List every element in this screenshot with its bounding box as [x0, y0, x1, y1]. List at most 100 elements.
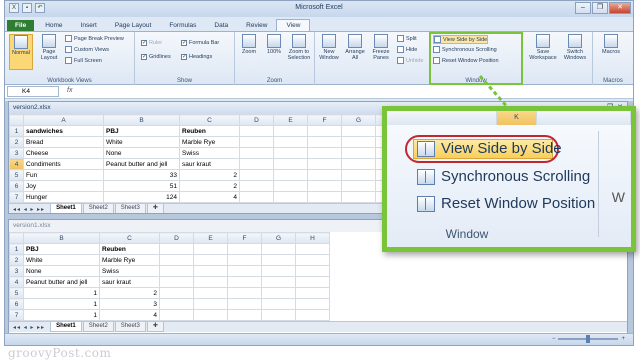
row-header[interactable]: 3 — [9, 265, 24, 277]
cell[interactable]: None — [103, 147, 180, 159]
row-header[interactable]: 4 — [9, 158, 24, 170]
sheet-nav-arrows-icon[interactable]: ◂◂ ◂ ▸ ▸▸ — [13, 206, 45, 213]
cell[interactable]: Reuben — [99, 243, 160, 255]
cell[interactable] — [159, 254, 194, 266]
synchronous-scrolling-button[interactable]: Synchronous Scrolling — [433, 46, 497, 53]
zoom-button[interactable]: Zoom — [237, 34, 261, 55]
column-header[interactable]: B — [103, 114, 180, 126]
cell[interactable] — [261, 309, 296, 321]
column-header[interactable]: B — [23, 232, 100, 244]
new-window-button[interactable]: New Window — [317, 34, 341, 61]
tab-data[interactable]: Data — [205, 20, 237, 31]
cell[interactable]: saur kraut — [179, 158, 240, 170]
cell[interactable]: Marble Rye — [99, 254, 160, 266]
sheet-tab[interactable]: Sheet1 — [50, 322, 82, 332]
cell[interactable] — [239, 136, 274, 148]
cell[interactable] — [159, 298, 194, 310]
cell[interactable] — [295, 254, 330, 266]
cell[interactable] — [273, 125, 308, 137]
cell[interactable]: 2 — [99, 287, 160, 299]
cell[interactable] — [227, 265, 262, 277]
cell[interactable]: 33 — [103, 169, 180, 181]
tab-file[interactable]: File — [7, 20, 35, 31]
cell[interactable]: Reuben — [179, 125, 240, 137]
tab-view[interactable]: View — [276, 19, 311, 31]
split-button[interactable]: Split — [397, 35, 417, 42]
cell[interactable]: Swiss — [179, 147, 240, 159]
cell[interactable] — [261, 265, 296, 277]
cell[interactable]: 1 — [23, 298, 100, 310]
column-header[interactable]: C — [179, 114, 240, 126]
column-header[interactable]: G — [341, 114, 376, 126]
gridlines-checkbox[interactable]: ✓ Gridlines — [141, 54, 171, 60]
cell[interactable] — [273, 180, 308, 192]
cell[interactable]: 3 — [99, 298, 160, 310]
row-header[interactable]: 5 — [9, 169, 24, 181]
unhide-button[interactable]: Unhide — [397, 57, 423, 64]
row-header[interactable]: 4 — [9, 276, 24, 288]
cell[interactable] — [341, 125, 376, 137]
cell[interactable]: Peanut butter and jell — [103, 158, 180, 170]
restore-icon[interactable]: ❐ — [592, 2, 608, 14]
cell[interactable] — [295, 276, 330, 288]
cell[interactable] — [193, 298, 228, 310]
name-box[interactable]: K4 — [7, 86, 59, 97]
cell[interactable]: sandwiches — [23, 125, 104, 137]
cell[interactable] — [261, 298, 296, 310]
zoom-out-icon[interactable]: − — [552, 336, 556, 342]
cell[interactable] — [341, 136, 376, 148]
row-header[interactable]: 1 — [9, 243, 24, 255]
tab-home[interactable]: Home — [36, 20, 71, 31]
cell[interactable] — [273, 191, 308, 203]
zoom-100-button[interactable]: 100% — [262, 34, 286, 55]
cell[interactable] — [295, 265, 330, 277]
cell[interactable]: PBJ — [23, 243, 100, 255]
ruler-checkbox[interactable]: ✓ Ruler — [141, 40, 162, 46]
cell[interactable] — [295, 243, 330, 255]
cell[interactable]: 2 — [179, 169, 240, 181]
cell[interactable] — [341, 191, 376, 203]
zoom-in-icon[interactable]: + — [621, 336, 625, 342]
zoom-slider[interactable]: − + — [552, 335, 625, 343]
sheet-tab[interactable]: Sheet3 — [114, 322, 146, 332]
cell[interactable] — [341, 169, 376, 181]
row-header[interactable]: 7 — [9, 191, 24, 203]
full-screen-button[interactable]: Full Screen — [65, 57, 102, 64]
cell[interactable] — [227, 287, 262, 299]
save-workspace-button[interactable]: Save Workspace — [529, 34, 557, 61]
cell[interactable] — [193, 276, 228, 288]
cell[interactable] — [239, 191, 274, 203]
column-header[interactable]: G — [261, 232, 296, 244]
tab-formulas[interactable]: Formulas — [160, 20, 205, 31]
cell[interactable]: 1 — [23, 287, 100, 299]
cell[interactable]: Condiments — [23, 158, 104, 170]
cell[interactable] — [193, 287, 228, 299]
tab-review[interactable]: Review — [237, 20, 276, 31]
cell[interactable] — [295, 309, 330, 321]
hide-button[interactable]: Hide — [397, 46, 417, 53]
cell[interactable] — [307, 125, 342, 137]
row-header[interactable]: 6 — [9, 180, 24, 192]
macros-button[interactable]: Macros — [599, 34, 623, 55]
cell[interactable]: Fun — [23, 169, 104, 181]
cell[interactable] — [227, 309, 262, 321]
cell[interactable] — [273, 158, 308, 170]
row-header[interactable]: 5 — [9, 287, 24, 299]
zoom-reset-window-position[interactable]: Reset Window Position — [417, 195, 595, 212]
cell[interactable]: Swiss — [99, 265, 160, 277]
cell[interactable] — [193, 243, 228, 255]
cell[interactable]: 2 — [179, 180, 240, 192]
insert-sheet-icon[interactable]: ✚ — [146, 204, 164, 213]
zoom-track[interactable] — [558, 335, 619, 343]
cell[interactable] — [307, 191, 342, 203]
cell[interactable]: White — [23, 254, 100, 266]
cell[interactable] — [159, 276, 194, 288]
cell[interactable]: Marble Rye — [179, 136, 240, 148]
cell[interactable] — [261, 254, 296, 266]
cell[interactable]: Joy — [23, 180, 104, 192]
cell[interactable] — [239, 147, 274, 159]
row-header[interactable]: 6 — [9, 298, 24, 310]
cell[interactable]: Peanut butter and jell — [23, 276, 100, 288]
row-header[interactable]: 1 — [9, 125, 24, 137]
row-header[interactable]: 2 — [9, 136, 24, 148]
